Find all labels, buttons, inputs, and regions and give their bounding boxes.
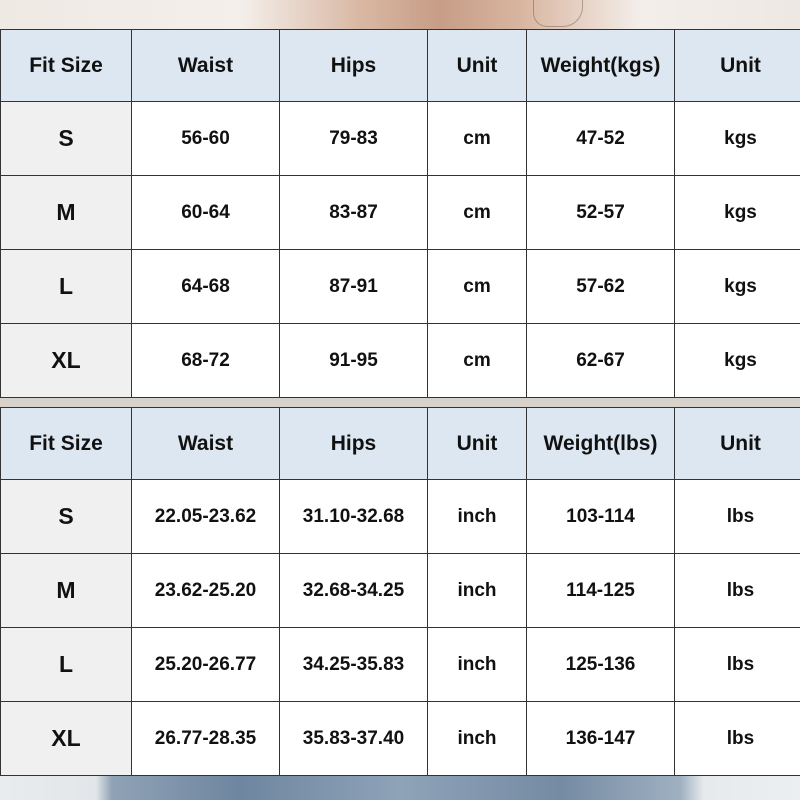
- waist-cell: 60-64: [131, 175, 280, 250]
- weight-unit-cell: lbs: [674, 479, 800, 554]
- weight-unit-cell: kgs: [674, 101, 800, 176]
- weight-cell: 62-67: [526, 323, 675, 398]
- header-hips: Hips: [279, 29, 428, 102]
- size-label: XL: [0, 701, 132, 776]
- weight-unit-cell: lbs: [674, 553, 800, 628]
- header-waist: Waist: [131, 29, 280, 102]
- size-label: S: [0, 479, 132, 554]
- hips-cell: 91-95: [279, 323, 428, 398]
- waist-cell: 23.62-25.20: [131, 553, 280, 628]
- waist-cell: 68-72: [131, 323, 280, 398]
- hips-cell: 34.25-35.83: [279, 627, 428, 702]
- header-fit-size: Fit Size: [0, 407, 132, 480]
- unit-cell: inch: [427, 479, 527, 554]
- weight-unit-cell: lbs: [674, 627, 800, 702]
- table-row: XL 26.77-28.35 35.83-37.40 inch 136-147 …: [0, 701, 800, 776]
- size-chart-metric: Fit Size Waist Hips Unit Weight(kgs) Uni…: [0, 29, 800, 398]
- unit-cell: inch: [427, 627, 527, 702]
- unit-cell: cm: [427, 101, 527, 176]
- unit-cell: cm: [427, 323, 527, 398]
- hips-cell: 79-83: [279, 101, 428, 176]
- hips-cell: 83-87: [279, 175, 428, 250]
- hips-cell: 87-91: [279, 249, 428, 324]
- size-label: M: [0, 553, 132, 628]
- header-weight-unit: Unit: [674, 29, 800, 102]
- unit-cell: cm: [427, 175, 527, 250]
- unit-cell: inch: [427, 553, 527, 628]
- waist-cell: 22.05-23.62: [131, 479, 280, 554]
- table-row: L 64-68 87-91 cm 57-62 kgs: [0, 249, 800, 324]
- waist-cell: 26.77-28.35: [131, 701, 280, 776]
- weight-unit-cell: kgs: [674, 323, 800, 398]
- size-label: XL: [0, 323, 132, 398]
- weight-cell: 47-52: [526, 101, 675, 176]
- size-label: S: [0, 101, 132, 176]
- header-hips: Hips: [279, 407, 428, 480]
- header-unit: Unit: [427, 407, 527, 480]
- size-chart-imperial: Fit Size Waist Hips Unit Weight(lbs) Uni…: [0, 407, 800, 776]
- weight-cell: 103-114: [526, 479, 675, 554]
- weight-cell: 136-147: [526, 701, 675, 776]
- header-unit: Unit: [427, 29, 527, 102]
- unit-cell: cm: [427, 249, 527, 324]
- waist-cell: 64-68: [131, 249, 280, 324]
- header-weight: Weight(kgs): [526, 29, 675, 102]
- hips-cell: 32.68-34.25: [279, 553, 428, 628]
- weight-cell: 114-125: [526, 553, 675, 628]
- table-row: XL 68-72 91-95 cm 62-67 kgs: [0, 323, 800, 398]
- weight-cell: 52-57: [526, 175, 675, 250]
- weight-unit-cell: lbs: [674, 701, 800, 776]
- weight-cell: 57-62: [526, 249, 675, 324]
- weight-unit-cell: kgs: [674, 175, 800, 250]
- weight-unit-cell: kgs: [674, 249, 800, 324]
- size-label: L: [0, 249, 132, 324]
- unit-cell: inch: [427, 701, 527, 776]
- table-header-row: Fit Size Waist Hips Unit Weight(kgs) Uni…: [0, 29, 800, 102]
- header-fit-size: Fit Size: [0, 29, 132, 102]
- size-label: M: [0, 175, 132, 250]
- table-row: M 60-64 83-87 cm 52-57 kgs: [0, 175, 800, 250]
- table-row: L 25.20-26.77 34.25-35.83 inch 125-136 l…: [0, 627, 800, 702]
- size-label: L: [0, 627, 132, 702]
- header-weight-unit: Unit: [674, 407, 800, 480]
- hips-cell: 35.83-37.40: [279, 701, 428, 776]
- table-row: M 23.62-25.20 32.68-34.25 inch 114-125 l…: [0, 553, 800, 628]
- waist-cell: 25.20-26.77: [131, 627, 280, 702]
- table-header-row: Fit Size Waist Hips Unit Weight(lbs) Uni…: [0, 407, 800, 480]
- background-photo-top: [0, 0, 800, 30]
- header-weight: Weight(lbs): [526, 407, 675, 480]
- header-waist: Waist: [131, 407, 280, 480]
- weight-cell: 125-136: [526, 627, 675, 702]
- hips-cell: 31.10-32.68: [279, 479, 428, 554]
- waist-cell: 56-60: [131, 101, 280, 176]
- table-row: S 56-60 79-83 cm 47-52 kgs: [0, 101, 800, 176]
- table-row: S 22.05-23.62 31.10-32.68 inch 103-114 l…: [0, 479, 800, 554]
